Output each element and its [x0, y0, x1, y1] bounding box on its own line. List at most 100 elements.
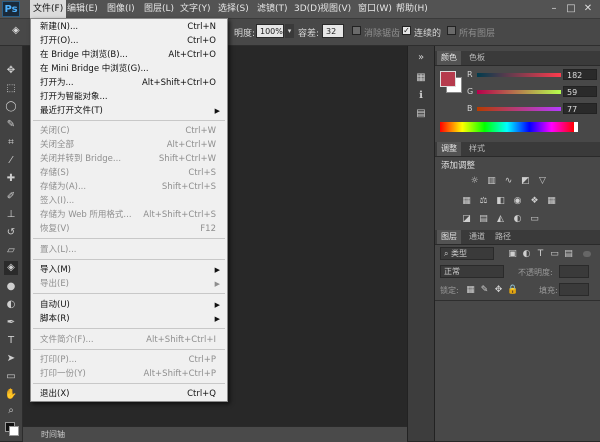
menu-image[interactable]: 图像(I) — [104, 0, 138, 18]
channel-g-slider[interactable] — [477, 90, 561, 94]
layer-filter-dropdown[interactable]: ⌕ 类型 — [440, 247, 494, 260]
menu-item-save[interactable]: 存储(S) Ctrl+S — [40, 166, 220, 180]
close-icon[interactable]: ✕ — [582, 3, 594, 15]
color-lookup-icon[interactable]: ▦ — [546, 196, 557, 206]
menu-file[interactable]: 文件(F) — [30, 0, 67, 18]
menu-item-export[interactable]: 导出(E) ▶ — [40, 277, 220, 291]
maximize-icon[interactable]: □ — [565, 3, 577, 15]
channel-g-input[interactable]: 59 — [563, 86, 597, 97]
crop-tool-icon[interactable]: ⌗ — [4, 136, 18, 150]
brush-tool-icon[interactable]: ✐ — [4, 190, 18, 204]
properties-panel-icon[interactable]: ℹ — [415, 90, 427, 102]
menu-item-save-as[interactable]: 存储为(A)... Shift+Ctrl+S — [40, 180, 220, 194]
blur-tool-icon[interactable]: ● — [4, 280, 18, 294]
menu-item-close[interactable]: 关闭(C) Ctrl+W — [40, 124, 220, 138]
menu-item-revert[interactable]: 恢复(V) F12 — [40, 222, 220, 236]
filter-pixel-icon[interactable]: ▣ — [507, 249, 518, 259]
menu-item-print[interactable]: 打印(P)... Ctrl+P — [40, 353, 220, 367]
rectangle-tool-icon[interactable]: ▭ — [4, 370, 18, 384]
contiguous-checkbox[interactable]: ✓ — [402, 26, 411, 35]
background-color-swatch[interactable] — [9, 426, 19, 436]
levels-icon[interactable]: ▥ — [486, 176, 497, 186]
tab-swatches[interactable]: 色板 — [465, 51, 489, 65]
exposure-icon[interactable]: ◩ — [520, 176, 531, 186]
marquee-tool-icon[interactable]: ⬚ — [4, 82, 18, 96]
channel-b-input[interactable]: 77 — [563, 103, 597, 114]
eyedropper-tool-icon[interactable]: ⁄ — [4, 154, 18, 168]
all-layers-checkbox[interactable] — [447, 26, 456, 35]
color-spectrum-bar[interactable] — [440, 122, 574, 132]
filter-shape-icon[interactable]: ▭ — [549, 249, 560, 259]
zoom-tool-icon[interactable]: ⌕ — [4, 404, 18, 418]
blend-mode-dropdown[interactable]: 正常 — [440, 265, 504, 278]
healing-brush-tool-icon[interactable]: ✚ — [4, 172, 18, 186]
hand-tool-icon[interactable]: ✋ — [4, 388, 18, 402]
brightness-icon[interactable]: ☼ — [469, 176, 480, 186]
pen-tool-icon[interactable]: ✒ — [4, 316, 18, 330]
path-selection-tool-icon[interactable]: ➤ — [4, 352, 18, 366]
menu-window[interactable]: 窗口(W) — [355, 0, 395, 18]
menu-item-save-for-web[interactable]: 存储为 Web 所用格式... Alt+Shift+Ctrl+S — [40, 208, 220, 222]
quick-select-tool-icon[interactable]: ✎ — [4, 118, 18, 132]
photo-filter-icon[interactable]: ◉ — [512, 196, 523, 206]
tab-styles[interactable]: 样式 — [465, 142, 489, 156]
channel-r-input[interactable]: 182 — [563, 69, 597, 80]
antialias-checkbox[interactable] — [352, 26, 361, 35]
menu-item-open-smart-object[interactable]: 打开为智能对象... — [40, 90, 220, 104]
menu-layer[interactable]: 图层(L) — [141, 0, 177, 18]
menu-item-file-info[interactable]: 文件简介(F)... Alt+Shift+Ctrl+I — [40, 333, 220, 347]
menu-filter[interactable]: 滤镜(T) — [254, 0, 291, 18]
menu-item-open[interactable]: 打开(O)... Ctrl+O — [40, 34, 220, 48]
eraser-tool-icon[interactable]: ▱ — [4, 244, 18, 258]
invert-icon[interactable]: ◪ — [461, 214, 472, 224]
spectrum-white-chip[interactable] — [574, 122, 578, 132]
menu-item-scripts[interactable]: 脚本(R) ▶ — [40, 312, 220, 326]
menu-item-check-in[interactable]: 签入(I)... — [40, 194, 220, 208]
gradient-map-icon[interactable]: ▭ — [529, 214, 540, 224]
menu-item-open-as[interactable]: 打开为... Alt+Shift+Ctrl+O — [40, 76, 220, 90]
history-brush-tool-icon[interactable]: ↺ — [4, 226, 18, 240]
vibrance-icon[interactable]: ▽ — [537, 176, 548, 186]
timeline-panel[interactable]: 时间轴 — [23, 426, 407, 442]
menu-item-recent-files[interactable]: 最近打开文件(T) ▶ — [40, 104, 220, 118]
lock-all-icon[interactable]: 🔒 — [507, 285, 518, 295]
lock-position-icon[interactable]: ✥ — [493, 285, 504, 295]
menu-item-close-go-bridge[interactable]: 关闭并转到 Bridge... Shift+Ctrl+W — [40, 152, 220, 166]
tab-layers[interactable]: 图层 — [437, 230, 461, 244]
tab-adjustments[interactable]: 调整 — [437, 142, 461, 156]
hue-saturation-icon[interactable]: ▦ — [461, 196, 472, 206]
paint-bucket-preset-icon[interactable]: ◈ — [12, 25, 24, 37]
lasso-tool-icon[interactable]: ◯ — [4, 100, 18, 114]
paint-bucket-tool-icon[interactable]: ◈ — [4, 261, 18, 275]
menu-select[interactable]: 选择(S) — [215, 0, 252, 18]
tab-paths[interactable]: 路径 — [491, 230, 515, 244]
channel-r-slider[interactable] — [477, 73, 561, 77]
black-white-icon[interactable]: ◧ — [495, 196, 506, 206]
lock-pixels-icon[interactable]: ✎ — [479, 285, 490, 295]
fill-input[interactable] — [559, 283, 589, 296]
filter-type-icon[interactable]: T — [535, 249, 546, 259]
move-tool-icon[interactable]: ✥ — [4, 64, 18, 78]
lock-transparent-icon[interactable]: ▦ — [465, 285, 476, 295]
selective-color-icon[interactable]: ◐ — [512, 214, 523, 224]
menu-item-place[interactable]: 置入(L)... — [40, 243, 220, 257]
threshold-icon[interactable]: ◭ — [495, 214, 506, 224]
menu-item-import[interactable]: 导入(M) ▶ — [40, 263, 220, 277]
collapse-panels-icon[interactable]: » — [415, 52, 427, 64]
clone-stamp-tool-icon[interactable]: ⊥ — [4, 208, 18, 222]
tolerance-input[interactable]: 32 — [322, 24, 344, 38]
menu-view[interactable]: 视图(V) — [317, 0, 354, 18]
layer-opacity-input[interactable] — [559, 265, 589, 278]
filter-adjustment-icon[interactable]: ◐ — [521, 249, 532, 259]
menu-item-automate[interactable]: 自动(U) ▶ — [40, 298, 220, 312]
menu-item-close-all[interactable]: 关闭全部 Alt+Ctrl+W — [40, 138, 220, 152]
type-tool-icon[interactable]: T — [4, 334, 18, 348]
dodge-tool-icon[interactable]: ◐ — [4, 298, 18, 312]
actions-panel-icon[interactable]: ▤ — [415, 108, 427, 120]
menu-item-exit[interactable]: 退出(X) Ctrl+Q — [40, 387, 220, 401]
tab-color[interactable]: 颜色 — [437, 51, 461, 65]
menu-edit[interactable]: 编辑(E) — [64, 0, 101, 18]
opacity-dropdown-icon[interactable]: ▾ — [285, 24, 294, 38]
opacity-input[interactable]: 100% — [256, 24, 284, 38]
menu-help[interactable]: 帮助(H) — [393, 0, 431, 18]
